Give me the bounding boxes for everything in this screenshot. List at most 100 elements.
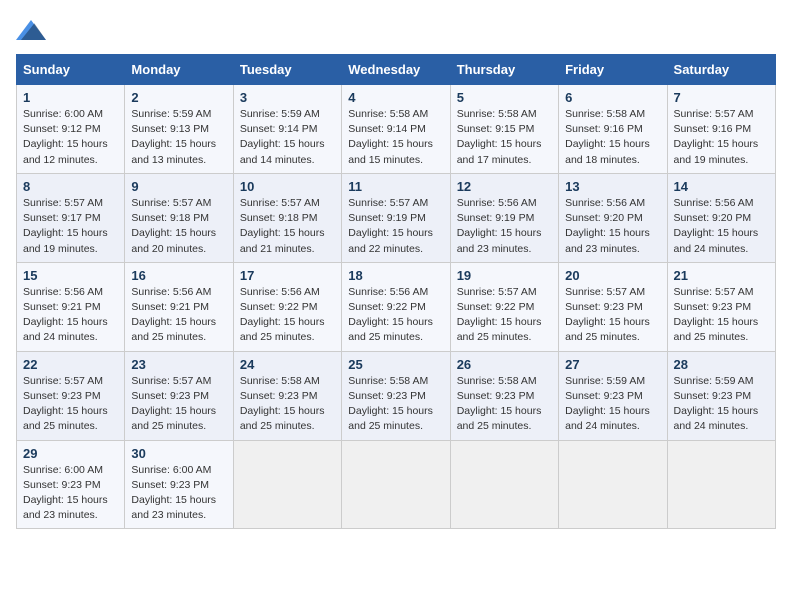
day-number: 8 <box>23 179 118 194</box>
calendar-cell: 19 Sunrise: 5:57 AMSunset: 9:22 PMDayligh… <box>450 262 558 351</box>
calendar-cell <box>667 440 775 529</box>
day-number: 17 <box>240 268 335 283</box>
calendar-cell: 1 Sunrise: 6:00 AMSunset: 9:12 PMDaylight… <box>17 85 125 174</box>
day-number: 13 <box>565 179 660 194</box>
day-number: 1 <box>23 90 118 105</box>
day-info: Sunrise: 5:56 AMSunset: 9:21 PMDaylight:… <box>23 285 118 346</box>
day-number: 14 <box>674 179 769 194</box>
calendar-cell: 28 Sunrise: 5:59 AMSunset: 9:23 PMDayligh… <box>667 351 775 440</box>
day-number: 4 <box>348 90 443 105</box>
calendar-cell: 22 Sunrise: 5:57 AMSunset: 9:23 PMDayligh… <box>17 351 125 440</box>
calendar-cell: 27 Sunrise: 5:59 AMSunset: 9:23 PMDayligh… <box>559 351 667 440</box>
calendar-cell: 23 Sunrise: 5:57 AMSunset: 9:23 PMDayligh… <box>125 351 233 440</box>
day-info: Sunrise: 5:57 AMSunset: 9:19 PMDaylight:… <box>348 196 443 257</box>
day-info: Sunrise: 5:59 AMSunset: 9:23 PMDaylight:… <box>674 374 769 435</box>
calendar-cell: 8 Sunrise: 5:57 AMSunset: 9:17 PMDaylight… <box>17 173 125 262</box>
day-info: Sunrise: 5:58 AMSunset: 9:15 PMDaylight:… <box>457 107 552 168</box>
day-number: 11 <box>348 179 443 194</box>
calendar-cell: 3 Sunrise: 5:59 AMSunset: 9:14 PMDaylight… <box>233 85 341 174</box>
calendar-cell: 10Sunrise: 5:57 AMSunset: 9:18 PMDayligh… <box>233 173 341 262</box>
calendar-cell: 11 Sunrise: 5:57 AMSunset: 9:19 PMDayligh… <box>342 173 450 262</box>
day-info: Sunrise: 5:58 AMSunset: 9:23 PMDaylight:… <box>348 374 443 435</box>
calendar-week-row-4: 22 Sunrise: 5:57 AMSunset: 9:23 PMDayligh… <box>17 351 776 440</box>
calendar-cell: 7 Sunrise: 5:57 AMSunset: 9:16 PMDaylight… <box>667 85 775 174</box>
day-info: Sunrise: 5:59 AMSunset: 9:13 PMDaylight:… <box>131 107 226 168</box>
calendar-cell: 16 Sunrise: 5:56 AMSunset: 9:21 PMDayligh… <box>125 262 233 351</box>
calendar-cell: 30 Sunrise: 6:00 AMSunset: 9:23 PMDayligh… <box>125 440 233 529</box>
calendar-cell <box>342 440 450 529</box>
calendar-cell: 25 Sunrise: 5:58 AMSunset: 9:23 PMDayligh… <box>342 351 450 440</box>
calendar-week-row-5: 29 Sunrise: 6:00 AMSunset: 9:23 PMDayligh… <box>17 440 776 529</box>
calendar-cell: 26Sunrise: 5:58 AMSunset: 9:23 PMDayligh… <box>450 351 558 440</box>
day-info: Sunrise: 5:56 AMSunset: 9:19 PMDaylight:… <box>457 196 552 257</box>
calendar-cell <box>450 440 558 529</box>
weekday-header-friday: Friday <box>559 55 667 85</box>
day-number: 19 <box>457 268 552 283</box>
calendar-week-row-3: 15 Sunrise: 5:56 AMSunset: 9:21 PMDayligh… <box>17 262 776 351</box>
day-info: Sunrise: 5:58 AMSunset: 9:14 PMDaylight:… <box>348 107 443 168</box>
day-info: Sunrise: 5:56 AMSunset: 9:22 PMDaylight:… <box>348 285 443 346</box>
day-info: Sunrise: 5:58 AMSunset: 9:16 PMDaylight:… <box>565 107 660 168</box>
day-info: Sunrise: 5:56 AMSunset: 9:21 PMDaylight:… <box>131 285 226 346</box>
calendar-cell: 5 Sunrise: 5:58 AMSunset: 9:15 PMDaylight… <box>450 85 558 174</box>
day-number: 23 <box>131 357 226 372</box>
day-info: Sunrise: 5:57 AMSunset: 9:23 PMDaylight:… <box>23 374 118 435</box>
weekday-header-wednesday: Wednesday <box>342 55 450 85</box>
day-info: Sunrise: 6:00 AMSunset: 9:23 PMDaylight:… <box>23 463 118 524</box>
day-number: 3 <box>240 90 335 105</box>
day-number: 29 <box>23 446 118 461</box>
weekday-header-monday: Monday <box>125 55 233 85</box>
calendar-cell: 6Sunrise: 5:58 AMSunset: 9:16 PMDaylight… <box>559 85 667 174</box>
calendar-cell: 29 Sunrise: 6:00 AMSunset: 9:23 PMDayligh… <box>17 440 125 529</box>
calendar-cell: 20Sunrise: 5:57 AMSunset: 9:23 PMDayligh… <box>559 262 667 351</box>
day-number: 26 <box>457 357 552 372</box>
calendar-cell <box>233 440 341 529</box>
day-number: 24 <box>240 357 335 372</box>
calendar-table: SundayMondayTuesdayWednesdayThursdayFrid… <box>16 54 776 529</box>
day-number: 10 <box>240 179 335 194</box>
day-number: 25 <box>348 357 443 372</box>
day-number: 16 <box>131 268 226 283</box>
weekday-header-sunday: Sunday <box>17 55 125 85</box>
day-number: 2 <box>131 90 226 105</box>
day-info: Sunrise: 6:00 AMSunset: 9:23 PMDaylight:… <box>131 463 226 524</box>
day-number: 30 <box>131 446 226 461</box>
day-info: Sunrise: 5:59 AMSunset: 9:23 PMDaylight:… <box>565 374 660 435</box>
calendar-cell: 4 Sunrise: 5:58 AMSunset: 9:14 PMDaylight… <box>342 85 450 174</box>
weekday-header-thursday: Thursday <box>450 55 558 85</box>
day-number: 5 <box>457 90 552 105</box>
day-info: Sunrise: 5:57 AMSunset: 9:23 PMDaylight:… <box>674 285 769 346</box>
calendar-cell: 2 Sunrise: 5:59 AMSunset: 9:13 PMDaylight… <box>125 85 233 174</box>
day-info: Sunrise: 5:57 AMSunset: 9:23 PMDaylight:… <box>131 374 226 435</box>
day-info: Sunrise: 5:57 AMSunset: 9:17 PMDaylight:… <box>23 196 118 257</box>
calendar-week-row-1: 1 Sunrise: 6:00 AMSunset: 9:12 PMDaylight… <box>17 85 776 174</box>
day-info: Sunrise: 5:56 AMSunset: 9:22 PMDaylight:… <box>240 285 335 346</box>
calendar-cell: 9 Sunrise: 5:57 AMSunset: 9:18 PMDaylight… <box>125 173 233 262</box>
calendar-cell: 13 Sunrise: 5:56 AMSunset: 9:20 PMDayligh… <box>559 173 667 262</box>
day-info: Sunrise: 5:56 AMSunset: 9:20 PMDaylight:… <box>565 196 660 257</box>
day-number: 9 <box>131 179 226 194</box>
day-info: Sunrise: 5:57 AMSunset: 9:18 PMDaylight:… <box>131 196 226 257</box>
weekday-header-row: SundayMondayTuesdayWednesdayThursdayFrid… <box>17 55 776 85</box>
day-number: 20 <box>565 268 660 283</box>
calendar-cell <box>559 440 667 529</box>
day-number: 27 <box>565 357 660 372</box>
day-info: Sunrise: 5:59 AMSunset: 9:14 PMDaylight:… <box>240 107 335 168</box>
day-info: Sunrise: 5:57 AMSunset: 9:16 PMDaylight:… <box>674 107 769 168</box>
day-info: Sunrise: 5:58 AMSunset: 9:23 PMDaylight:… <box>240 374 335 435</box>
weekday-header-saturday: Saturday <box>667 55 775 85</box>
page-header <box>16 16 776 44</box>
day-info: Sunrise: 6:00 AMSunset: 9:12 PMDaylight:… <box>23 107 118 168</box>
day-number: 22 <box>23 357 118 372</box>
day-number: 15 <box>23 268 118 283</box>
weekday-header-tuesday: Tuesday <box>233 55 341 85</box>
calendar-cell: 21Sunrise: 5:57 AMSunset: 9:23 PMDayligh… <box>667 262 775 351</box>
day-number: 7 <box>674 90 769 105</box>
day-number: 12 <box>457 179 552 194</box>
calendar-cell: 18Sunrise: 5:56 AMSunset: 9:22 PMDayligh… <box>342 262 450 351</box>
calendar-cell: 17 Sunrise: 5:56 AMSunset: 9:22 PMDayligh… <box>233 262 341 351</box>
day-info: Sunrise: 5:57 AMSunset: 9:22 PMDaylight:… <box>457 285 552 346</box>
calendar-cell: 14Sunrise: 5:56 AMSunset: 9:20 PMDayligh… <box>667 173 775 262</box>
day-number: 28 <box>674 357 769 372</box>
logo-icon <box>16 16 46 44</box>
